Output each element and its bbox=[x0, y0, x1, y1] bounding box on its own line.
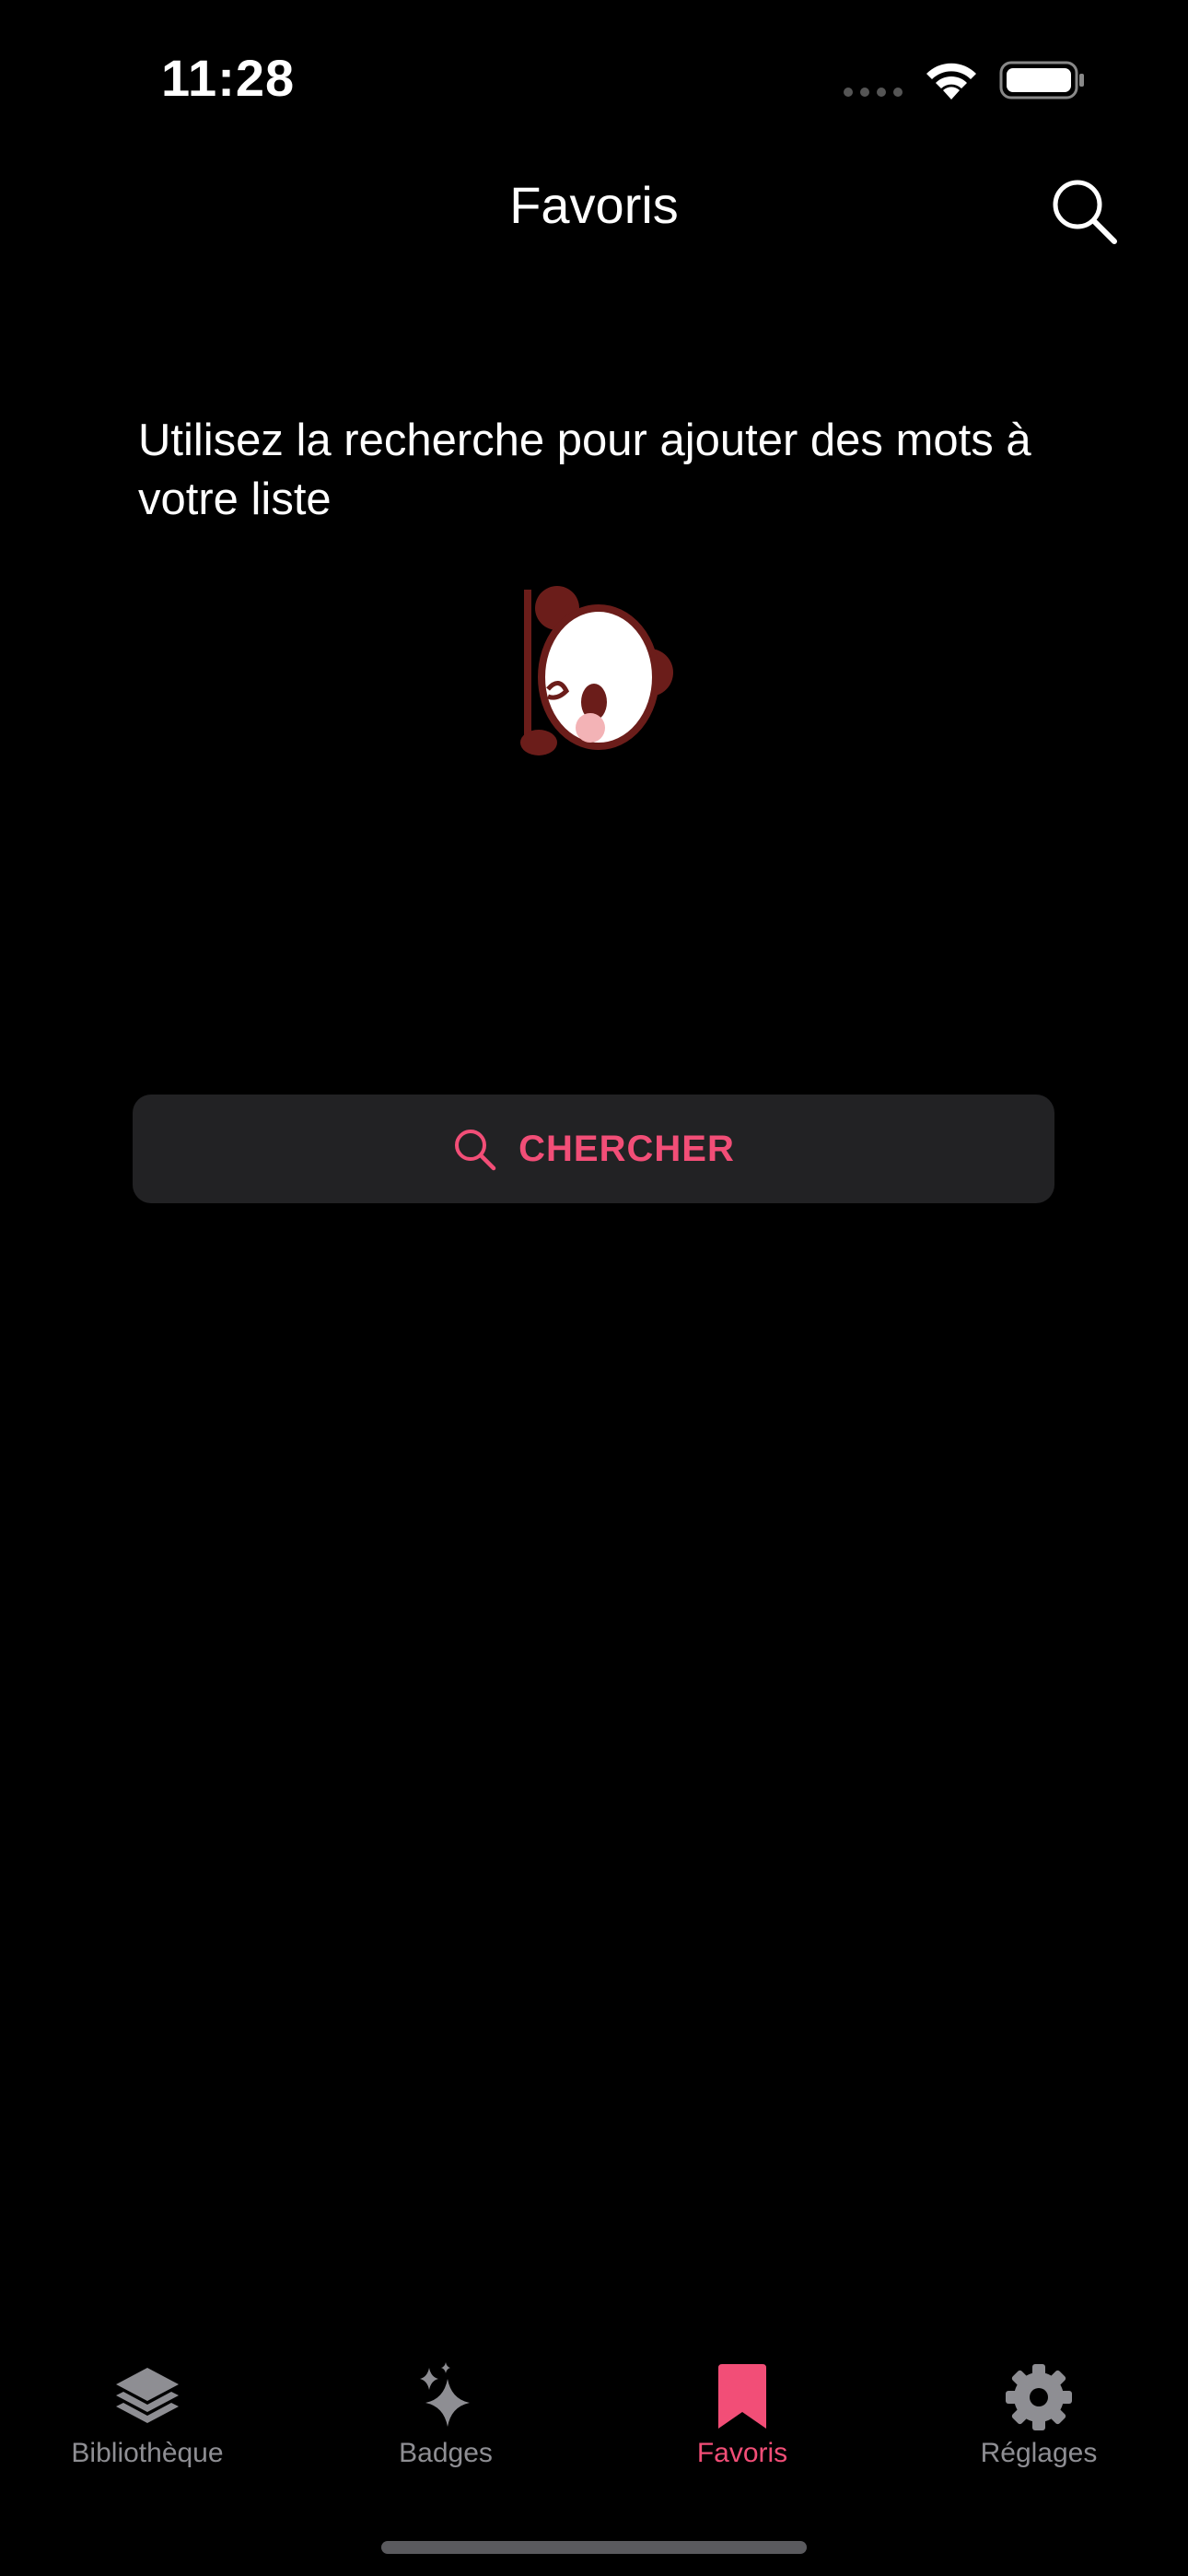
gear-icon bbox=[1006, 2364, 1072, 2430]
search-button-label: CHERCHER bbox=[518, 1128, 735, 1169]
layers-stack-icon bbox=[116, 2368, 179, 2423]
wifi-icon bbox=[926, 63, 976, 100]
tab-bar: Bibliothèque Badges Favoris Réglages bbox=[0, 2340, 1188, 2488]
tab-reglages[interactable]: Réglages bbox=[919, 2340, 1159, 2488]
battery-icon bbox=[999, 61, 1084, 100]
tab-favoris[interactable]: Favoris bbox=[623, 2340, 862, 2488]
status-bar: 11:28 bbox=[0, 0, 1188, 157]
magnifier-icon bbox=[455, 1130, 496, 1171]
search-button[interactable]: CHERCHER bbox=[133, 1095, 1054, 1203]
sparkles-icon bbox=[420, 2362, 470, 2427]
bookmark-icon bbox=[718, 2364, 766, 2429]
empty-state-message: Utilisez la recherche pour ajouter des m… bbox=[138, 416, 1031, 524]
tab-label: Favoris bbox=[696, 2438, 788, 2468]
tab-label: Badges bbox=[399, 2438, 493, 2468]
search-icon[interactable] bbox=[1048, 175, 1120, 247]
cellular-signal-icon bbox=[844, 88, 903, 97]
tab-badges[interactable]: Badges bbox=[326, 2340, 565, 2488]
tab-label: Réglages bbox=[980, 2438, 1098, 2468]
panda-mascot-illustration bbox=[520, 586, 673, 755]
page-title: Favoris bbox=[509, 176, 679, 234]
home-indicator[interactable] bbox=[381, 2541, 807, 2554]
status-time: 11:28 bbox=[161, 49, 296, 107]
tab-label: Bibliothèque bbox=[71, 2438, 224, 2468]
tab-bibliotheque[interactable]: Bibliothèque bbox=[28, 2340, 267, 2488]
